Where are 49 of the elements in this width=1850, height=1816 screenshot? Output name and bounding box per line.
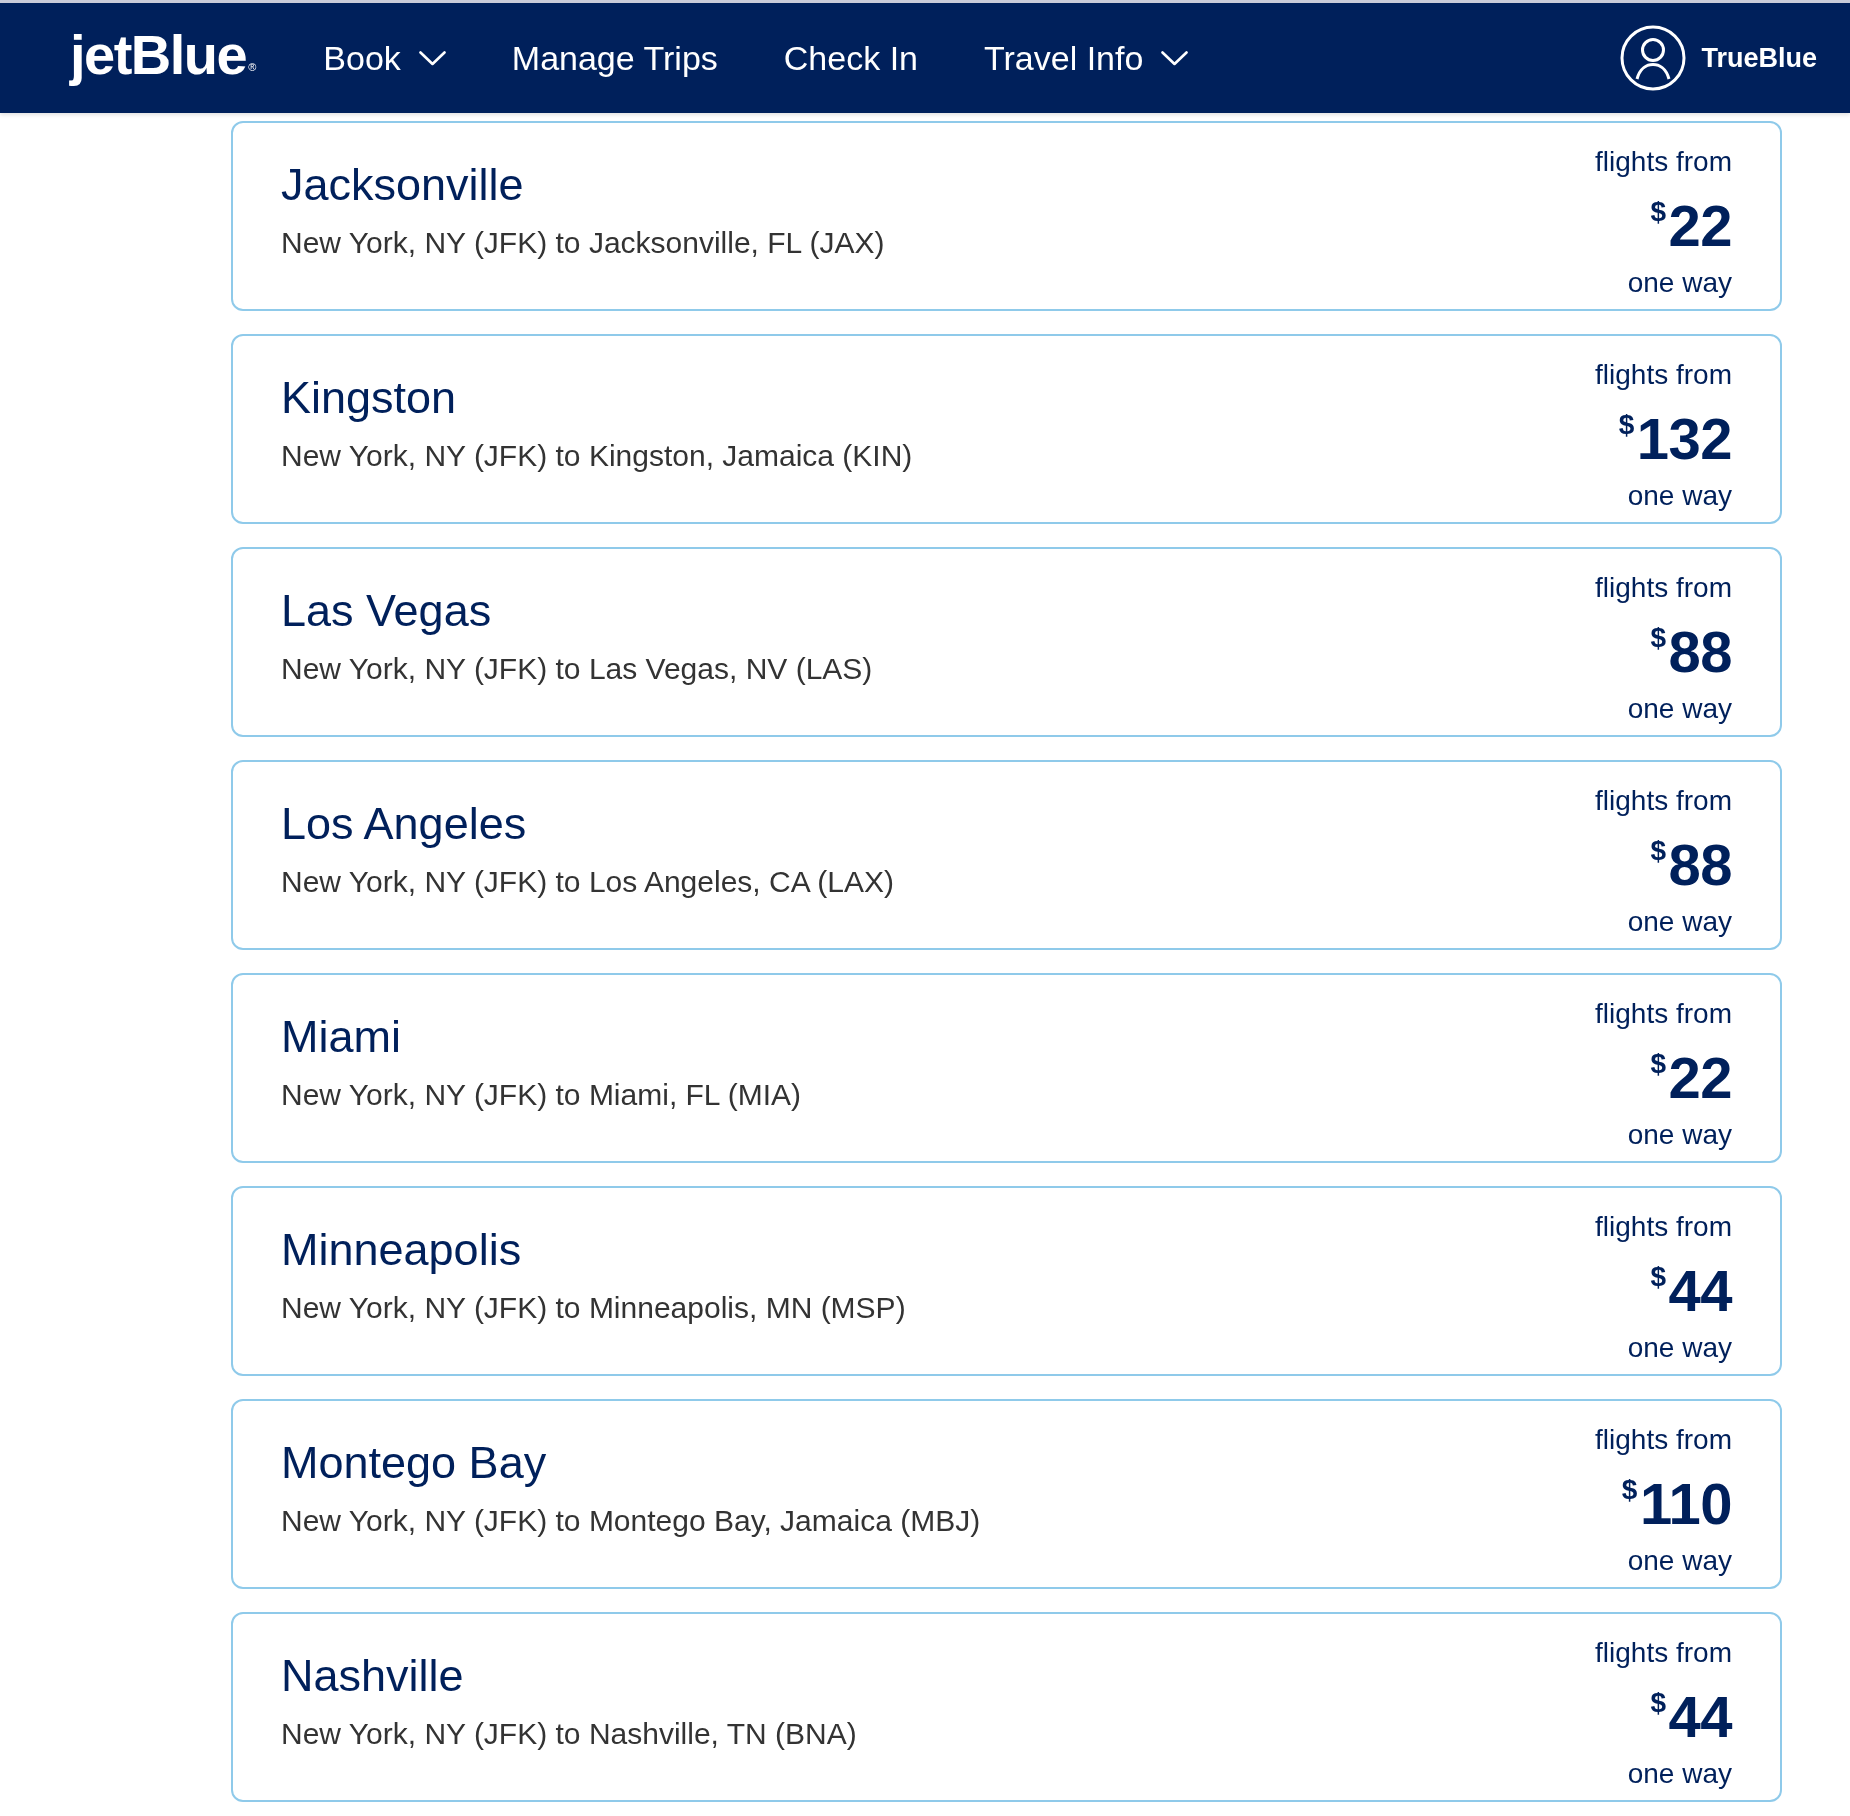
price-label: flights from (1595, 1424, 1732, 1456)
trip-type: one way (1627, 1119, 1732, 1151)
fare-price: $^{$}$22 (1650, 196, 1732, 256)
price-label: flights from (1595, 785, 1732, 817)
fare-price: $^{$}$22 (1650, 1048, 1732, 1108)
trip-type: one way (1627, 1758, 1732, 1790)
trip-type: one way (1627, 1332, 1732, 1364)
nav-dropdown[interactable]: Travel Info (984, 38, 1189, 78)
city-name: Kingston (281, 372, 457, 424)
route-text: New York, NY (JFK) to Nashville, TN (BNA) (281, 1716, 857, 1752)
trip-type: one way (1627, 1545, 1732, 1577)
route-text: New York, NY (JFK) to Minneapolis, MN (MSP) (281, 1290, 906, 1326)
trip-type: one way (1627, 267, 1732, 299)
route-text: New York, NY (JFK) to Miami, FL (MIA) (281, 1077, 802, 1113)
city-name: Jacksonville (281, 159, 524, 211)
fare-price: $^{$}$132 (1618, 409, 1732, 469)
route-text: New York, NY (JFK) to Montego Bay, Jamaica (MBJ) (281, 1503, 981, 1539)
account-button[interactable]: TrueBlue (1620, 25, 1817, 91)
fare-price: $^{$}$110 (1621, 1474, 1732, 1534)
chevron-down-icon (1161, 50, 1189, 66)
user-icon (1620, 25, 1687, 91)
trip-type: one way (1627, 693, 1732, 725)
price-label: flights from (1595, 572, 1732, 604)
nav-link[interactable]: Manage Trips (511, 38, 718, 78)
nav-dropdown[interactable]: Book (323, 38, 446, 78)
destination-card[interactable]: Nashville New York, NY (JFK) to Nashville, TN (BNA) flights from $^{$}$44 one way (231, 1612, 1782, 1802)
city-name: Montego Bay (281, 1437, 547, 1489)
city-name: Las Vegas (281, 585, 492, 637)
city-name: Miami (281, 1011, 401, 1063)
price-label: flights from (1595, 1211, 1732, 1243)
nav-link[interactable]: Check In (783, 38, 918, 78)
fare-price: $^{$}$88 (1650, 622, 1732, 682)
fare-price: $^{$}$44 (1650, 1261, 1732, 1321)
fare-price: $^{$}$88 (1650, 835, 1732, 895)
price-label: flights from (1595, 359, 1732, 391)
city-name: Minneapolis (281, 1224, 522, 1276)
route-text: New York, NY (JFK) to Las Vegas, NV (LAS) (281, 651, 873, 687)
city-name: Nashville (281, 1650, 464, 1702)
price-label: flights from (1595, 998, 1732, 1030)
price-label: flights from (1595, 146, 1732, 178)
fare-price: $^{$}$44 (1650, 1687, 1732, 1747)
route-text: New York, NY (JFK) to Los Angeles, CA (LAX) (281, 864, 895, 900)
price-label: flights from (1595, 1637, 1732, 1669)
trip-type: one way (1627, 906, 1732, 938)
chevron-down-icon (418, 50, 446, 66)
route-text: New York, NY (JFK) to Jacksonville, FL (JAX) (281, 225, 885, 261)
trip-type: one way (1627, 480, 1732, 512)
route-text: New York, NY (JFK) to Kingston, Jamaica (KIN) (281, 438, 913, 474)
city-name: Los Angeles (281, 798, 527, 850)
